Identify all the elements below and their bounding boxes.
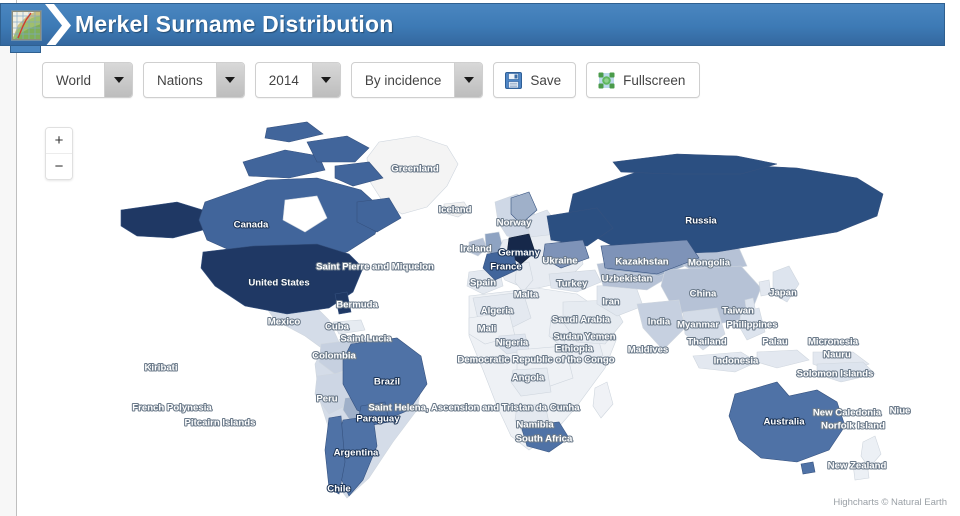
- map-credits[interactable]: Highcharts © Natural Earth: [833, 497, 947, 508]
- map-label: Norfolk Island: [821, 421, 885, 432]
- zoom-out-button[interactable]: −: [46, 154, 72, 179]
- map-label: Pitcairn Islands: [185, 418, 256, 429]
- metric-select-value: By incidence: [364, 72, 442, 88]
- map-toolbar: World Nations 2014 By incidence Save Ful…: [42, 62, 701, 98]
- map-label: Japan: [769, 288, 797, 299]
- map-label: Paraguay: [356, 414, 400, 425]
- page-left-gutter: [0, 44, 16, 516]
- map-label: Mongolia: [688, 258, 731, 269]
- fullscreen-button-label: Fullscreen: [623, 72, 686, 88]
- map-label: Ireland: [460, 244, 492, 255]
- map-label: Uzbekistan: [602, 274, 653, 285]
- page-title: Merkel Surname Distribution: [75, 11, 394, 37]
- map-label: Australia: [763, 417, 805, 428]
- save-button[interactable]: Save: [493, 62, 577, 98]
- map-label: Spain: [470, 278, 496, 289]
- map-application: Merkel Surname Distribution World Nation…: [0, 0, 960, 516]
- map-label: Saint Lucia: [340, 334, 392, 345]
- map-label: France: [490, 262, 521, 273]
- app-header: Merkel Surname Distribution: [0, 3, 945, 46]
- map-label: Namibia: [516, 420, 554, 431]
- map-label: Brazil: [374, 377, 400, 388]
- map-label: Iceland: [438, 205, 471, 216]
- map-label: Argentina: [334, 448, 379, 459]
- map-label: Kiribati: [144, 363, 177, 374]
- map-label: Sudan: [553, 332, 582, 343]
- map-label: Maldives: [628, 345, 669, 356]
- header-icon-notch: [10, 46, 41, 53]
- level-select-value: Nations: [157, 72, 203, 88]
- year-select-value: 2014: [268, 72, 299, 88]
- map-label: New Zealand: [828, 461, 887, 472]
- map-label: Germany: [498, 248, 540, 259]
- floppy-disk-icon: [505, 71, 523, 89]
- map-label: Saudi Arabia: [552, 315, 611, 326]
- map-label: Solomon Islands: [797, 369, 874, 380]
- fullscreen-icon: [598, 72, 615, 89]
- map-label: Angola: [512, 373, 545, 384]
- map-label: Cuba: [325, 322, 350, 333]
- chevron-down-icon[interactable]: [104, 63, 133, 97]
- fullscreen-button[interactable]: Fullscreen: [586, 62, 701, 98]
- map-label: Iran: [602, 297, 620, 308]
- map-label: China: [690, 289, 717, 300]
- scope-select[interactable]: World: [42, 62, 134, 98]
- header-chevron-icon: [45, 4, 71, 45]
- map-label: Saint Pierre and Miquelon: [316, 262, 434, 273]
- map-label: Micronesia: [808, 337, 859, 348]
- map-label: Taiwan: [722, 306, 754, 317]
- chevron-down-icon[interactable]: [454, 63, 483, 97]
- map-label: India: [648, 317, 671, 328]
- map-label: Thailand: [687, 337, 727, 348]
- map-label: Chile: [327, 484, 350, 495]
- map-label: French Polynesia: [132, 403, 212, 414]
- map-label: Canada: [234, 220, 269, 231]
- map-label: Norway: [497, 218, 532, 229]
- map-label: United States: [248, 278, 309, 289]
- map-label: Mexico: [268, 317, 301, 328]
- level-select[interactable]: Nations: [143, 62, 245, 98]
- map-label: Democratic Republic of the Congo: [457, 355, 614, 366]
- map-label: Nauru: [823, 350, 851, 361]
- world-map-panel[interactable]: Greenland Iceland Canada Norway Russia Irelan…: [17, 106, 960, 516]
- map-label: South Africa: [516, 434, 573, 445]
- world-map-svg[interactable]: Greenland Iceland Canada Norway Russia Irelan…: [17, 106, 960, 516]
- map-label: Indonesia: [714, 356, 759, 367]
- map-label: Russia: [685, 216, 717, 227]
- map-label: Peru: [316, 394, 337, 405]
- scope-select-value: World: [56, 72, 92, 88]
- year-select[interactable]: 2014: [254, 62, 341, 98]
- map-label: New Caledonia: [813, 408, 882, 419]
- metric-select[interactable]: By incidence: [350, 62, 484, 98]
- map-label: Algeria: [481, 306, 514, 317]
- map-label: Saint Helena, Ascension and Tristan da C…: [368, 403, 580, 414]
- map-label: Colombia: [312, 351, 356, 362]
- map-label: Philippines: [726, 320, 777, 331]
- chevron-down-icon[interactable]: [311, 63, 340, 97]
- zoom-in-button[interactable]: +: [46, 128, 72, 154]
- map-label: Greenland: [391, 164, 439, 175]
- map-label: Mali: [478, 324, 497, 335]
- map-zoom-controls[interactable]: + −: [45, 127, 73, 180]
- map-label: Palau: [762, 337, 788, 348]
- map-label: Yemen: [585, 332, 616, 343]
- save-button-label: Save: [530, 72, 562, 88]
- map-label: Malta: [514, 290, 539, 301]
- map-label: Ethiopia: [555, 344, 594, 355]
- map-label: Myanmar: [677, 320, 719, 331]
- map-label: Turkey: [557, 279, 588, 290]
- chevron-down-icon[interactable]: [215, 63, 244, 97]
- map-label: Niue: [890, 406, 911, 417]
- map-label: Bermuda: [336, 300, 378, 311]
- map-label: Nigeria: [496, 338, 529, 349]
- map-chart-icon: [11, 10, 42, 41]
- map-label: Ukraine: [542, 256, 577, 267]
- map-label: Kazakhstan: [615, 257, 668, 268]
